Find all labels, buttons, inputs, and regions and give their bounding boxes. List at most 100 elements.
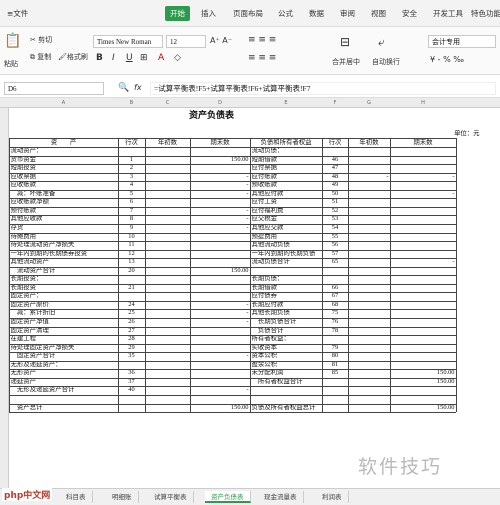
cell-b-3[interactable]: 3 bbox=[120, 173, 144, 181]
cell-a-27[interactable]: 递延资产 bbox=[11, 378, 117, 386]
merge-icon[interactable]: ⊟ bbox=[340, 35, 350, 49]
cell-d-3[interactable]: - bbox=[192, 173, 248, 181]
cell-d-5[interactable]: - bbox=[192, 190, 248, 198]
menu-item-3[interactable]: 公式 bbox=[273, 6, 298, 21]
cell-f-25[interactable]: 81 bbox=[324, 361, 347, 369]
zoom-icon[interactable]: 🔍 bbox=[118, 83, 129, 93]
cell-e-16[interactable]: 长期借款 bbox=[252, 284, 321, 292]
cell-d-28[interactable]: - bbox=[192, 386, 248, 394]
cell-d-9[interactable]: - bbox=[192, 224, 248, 232]
column-header-F[interactable]: F bbox=[322, 98, 348, 108]
cell-b-6[interactable]: 6 bbox=[120, 198, 144, 206]
cell-b-19[interactable]: 25 bbox=[120, 309, 144, 317]
cell-a-16[interactable]: 长期投资 bbox=[11, 284, 117, 292]
currency-icon[interactable]: ¥ - % ‰ bbox=[430, 55, 464, 64]
cell-f-7[interactable]: 52 bbox=[324, 207, 347, 215]
cell-e-8[interactable]: 应交税金 bbox=[252, 215, 321, 223]
cell-e-13[interactable]: 流动负债合计 bbox=[252, 258, 321, 266]
cell-a-22[interactable]: 在建工程 bbox=[11, 335, 117, 343]
menu-item-6[interactable]: 视图 bbox=[366, 6, 391, 21]
cell-f-12[interactable]: 57 bbox=[324, 250, 347, 258]
cell-h-26[interactable]: 150.00 bbox=[392, 369, 455, 377]
cell-f-5[interactable]: 50 bbox=[324, 190, 347, 198]
menu-item-7[interactable]: 安全 bbox=[397, 6, 422, 21]
cell-d-14[interactable]: 150.00 bbox=[192, 267, 249, 275]
menu-item-8[interactable]: 开发工具 bbox=[428, 6, 468, 21]
column-header-B[interactable]: B bbox=[118, 98, 145, 108]
header-right-1[interactable]: 行次 bbox=[323, 139, 347, 147]
cell-a-21[interactable]: 固定资产清理 bbox=[11, 327, 117, 335]
cell-d-7[interactable]: - bbox=[192, 207, 248, 215]
cell-f-11[interactable]: 56 bbox=[324, 241, 347, 249]
sheet-tab-5[interactable]: 利润表 bbox=[316, 491, 349, 503]
column-header-D[interactable]: D bbox=[190, 98, 250, 108]
align-top-icon[interactable]: ≡ ≡ ≡ bbox=[248, 35, 276, 45]
cell-e-7[interactable]: 应付福利费 bbox=[252, 207, 321, 215]
sheet-tab-4[interactable]: 现金流量表 bbox=[258, 491, 304, 503]
menu-item-0[interactable]: 开始 bbox=[165, 6, 190, 21]
header-right-3[interactable]: 期末数 bbox=[391, 139, 455, 147]
cell-f-9[interactable]: 54 bbox=[324, 224, 347, 232]
paste-button[interactable]: 粘贴 bbox=[4, 59, 18, 69]
cell-e-22[interactable]: 所有者权益： bbox=[252, 335, 321, 343]
cell-g-3[interactable]: - bbox=[350, 173, 388, 181]
cell-a-24[interactable]: 固定资产合计 bbox=[11, 352, 117, 360]
cell-a-0[interactable]: 流动资产： bbox=[11, 147, 117, 155]
column-header-A[interactable]: A bbox=[9, 98, 118, 108]
cell-b-16[interactable]: 21 bbox=[120, 284, 144, 292]
cell-e-4[interactable]: 预收账款 bbox=[252, 181, 321, 189]
wrap-text-button[interactable]: 自动换行 bbox=[372, 57, 400, 67]
cell-e-20[interactable]: 长期负债合计 bbox=[252, 318, 321, 326]
cell-a-30[interactable]: 资产总计 bbox=[11, 404, 117, 412]
cell-f-17[interactable]: 67 bbox=[324, 292, 347, 300]
font-grow-icon[interactable]: A⁺ A⁻ bbox=[210, 36, 232, 45]
cell-e-9[interactable]: 其他应交款 bbox=[252, 224, 321, 232]
cell-e-3[interactable]: 应付账款 bbox=[252, 173, 321, 181]
header-right-0[interactable]: 负债和所有者权益 bbox=[251, 139, 321, 147]
cell-f-24[interactable]: 80 bbox=[324, 352, 347, 360]
cell-a-13[interactable]: 其他流动资产 bbox=[11, 258, 117, 266]
cell-e-25[interactable]: 盈余公积 bbox=[252, 361, 321, 369]
cell-b-12[interactable]: 12 bbox=[120, 250, 144, 258]
cell-a-9[interactable]: 存货 bbox=[11, 224, 117, 232]
cell-a-11[interactable]: 待处理流动资产净损失 bbox=[11, 241, 117, 249]
cell-a-2[interactable]: 短期投资 bbox=[11, 164, 117, 172]
cell-e-5[interactable]: 其他应付款 bbox=[252, 190, 321, 198]
cell-e-15[interactable]: 长期负债： bbox=[252, 275, 321, 283]
cell-f-3[interactable]: 48 bbox=[324, 173, 347, 181]
cell-e-23[interactable]: 实收资本 bbox=[252, 344, 321, 352]
cell-e-17[interactable]: 应付债券 bbox=[252, 292, 321, 300]
menu-item-9[interactable]: 特色功能 bbox=[466, 6, 500, 21]
cell-e-18[interactable]: 长期应付款 bbox=[252, 301, 321, 309]
cell-b-4[interactable]: 4 bbox=[120, 181, 144, 189]
cell-a-10[interactable]: 待摊费用 bbox=[11, 233, 117, 241]
sheet-tab-3[interactable]: 资产负债表 bbox=[205, 491, 251, 503]
header-left-1[interactable]: 行次 bbox=[119, 139, 144, 147]
cell-a-4[interactable]: 应收账款 bbox=[11, 181, 117, 189]
cell-b-2[interactable]: 2 bbox=[120, 164, 144, 172]
cell-h-13[interactable]: - bbox=[392, 258, 454, 266]
border-icon[interactable]: ⊞ bbox=[140, 53, 148, 63]
cell-d-4[interactable]: - bbox=[192, 181, 248, 189]
cell-b-20[interactable]: 26 bbox=[120, 318, 144, 326]
cell-a-17[interactable]: 固定资产： bbox=[11, 292, 117, 300]
menu-item-2[interactable]: 页面布局 bbox=[228, 6, 268, 21]
column-header-C[interactable]: C bbox=[145, 98, 190, 108]
cell-a-19[interactable]: 减：累计折旧 bbox=[11, 309, 117, 317]
italic-button[interactable]: I bbox=[112, 53, 115, 63]
cell-f-20[interactable]: 76 bbox=[324, 318, 347, 326]
cell-f-2[interactable]: 47 bbox=[324, 164, 347, 172]
cell-b-10[interactable]: 10 bbox=[120, 233, 144, 241]
header-left-3[interactable]: 期末数 bbox=[191, 139, 249, 147]
cell-b-24[interactable]: 35 bbox=[120, 352, 144, 360]
cell-a-28[interactable]: 无形及递延资产合计 bbox=[11, 386, 117, 394]
cell-b-13[interactable]: 13 bbox=[120, 258, 144, 266]
cell-a-23[interactable]: 待处理固定资产净损失 bbox=[11, 344, 117, 352]
cell-e-19[interactable]: 其他长期负债 bbox=[252, 309, 321, 317]
cell-e-1[interactable]: 短期借款 bbox=[252, 156, 321, 164]
sheet-tab-0[interactable]: 科目表 bbox=[60, 491, 93, 503]
cell-d-8[interactable]: - bbox=[192, 215, 248, 223]
paste-icon[interactable]: 📋 bbox=[4, 33, 21, 49]
align-left-icon[interactable]: ≡ ≡ ≡ bbox=[248, 53, 276, 63]
cell-a-14[interactable]: 流动资产合计 bbox=[11, 267, 117, 275]
